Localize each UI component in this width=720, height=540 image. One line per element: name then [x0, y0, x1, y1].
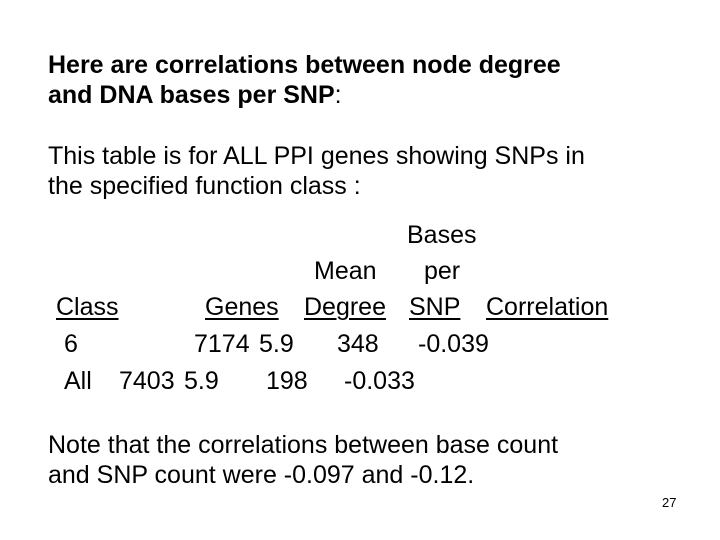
- cell-genes: 7174: [194, 330, 250, 358]
- column-header-degree: Degree: [304, 293, 386, 321]
- cell-bases-per-snp: 348: [337, 330, 379, 358]
- intro-text: This table is for ALL PPI genes showing …: [48, 141, 585, 201]
- cell-bases-per-snp: 198: [266, 367, 308, 395]
- column-header-genes: Genes: [205, 293, 279, 321]
- heading-line-2: and DNA bases per SNP: [48, 81, 335, 109]
- heading-line-1: Here are correlations between node degre…: [48, 51, 561, 79]
- cell-mean-degree: 5.9: [259, 330, 294, 358]
- cell-genes: 7403: [119, 367, 175, 395]
- slide: Here are correlations between node degre…: [0, 0, 720, 540]
- intro-line-2: the specified function class :: [48, 172, 361, 200]
- cell-mean-degree: 5.9: [184, 367, 219, 395]
- cell-correlation: -0.033: [344, 367, 415, 395]
- column-header-class: Class: [56, 293, 119, 321]
- header-per: per: [424, 257, 461, 285]
- column-header-correlation: Correlation: [486, 293, 609, 321]
- note-line-2: and SNP count were -0.097 and -0.12.: [48, 461, 475, 489]
- header-bases: Bases: [407, 221, 477, 249]
- slide-heading: Here are correlations between node degre…: [48, 50, 561, 110]
- page-number: 27: [662, 495, 677, 510]
- cell-correlation: -0.039: [418, 330, 489, 358]
- cell-class: 6: [64, 330, 78, 358]
- heading-colon: :: [334, 81, 342, 109]
- note-line-1: Note that the correlations between base …: [48, 431, 559, 459]
- column-header-snp: SNP: [409, 293, 461, 321]
- cell-class: All: [64, 367, 92, 395]
- header-mean: Mean: [314, 257, 377, 285]
- intro-line-1: This table is for ALL PPI genes showing …: [48, 142, 585, 170]
- note-text: Note that the correlations between base …: [48, 430, 558, 490]
